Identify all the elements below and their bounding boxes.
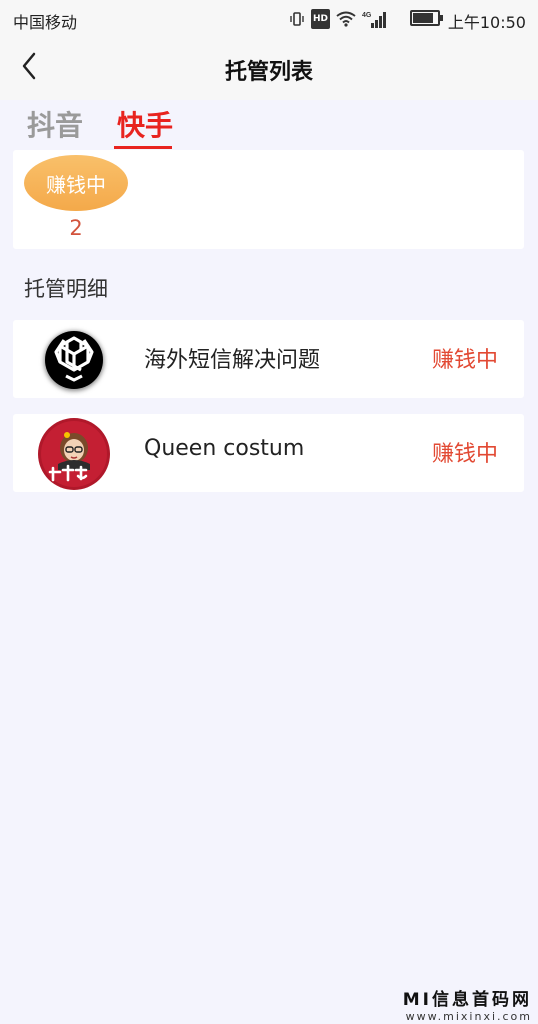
item-title: 海外短信解决问题 xyxy=(144,348,321,373)
watermark: MI信息首码网 www.mixinxi.com xyxy=(403,985,532,1023)
battery-icon xyxy=(410,10,443,26)
signal-icon: 4G xyxy=(362,10,388,28)
vibrate-icon xyxy=(289,10,305,28)
earning-status-pill[interactable]: 赚钱中 xyxy=(24,155,128,211)
item-title: Queen costum xyxy=(144,436,305,461)
list-item[interactable]: Queen costum 赚钱中 xyxy=(13,414,524,492)
clock: 上午10:50 xyxy=(447,13,526,32)
knot-logo-icon xyxy=(38,324,110,396)
status-bar: 中国移动 HD 4G 上午10:50 xyxy=(0,0,538,36)
network-type-label: 4G xyxy=(362,12,372,19)
status-icons: HD 4G xyxy=(289,9,388,29)
queen-avatar-logo xyxy=(38,418,110,490)
watermark-url: www.mixinxi.com xyxy=(405,1010,532,1023)
carrier-name: 中国移动 xyxy=(13,13,78,32)
tab-kuaishou[interactable]: 快手 xyxy=(117,104,173,144)
platform-tabs: 抖音 快手 xyxy=(0,100,538,152)
item-status: 赚钱中 xyxy=(431,442,498,467)
wifi-icon xyxy=(336,10,356,28)
nav-bar: 托管列表 xyxy=(0,36,538,100)
tab-douyin[interactable]: 抖音 xyxy=(27,104,83,144)
summary-card: 赚钱中 2 xyxy=(13,150,524,249)
active-tab-indicator xyxy=(114,146,172,149)
hd-badge: HD xyxy=(310,9,330,29)
section-title: 托管明细 xyxy=(24,277,108,301)
item-status: 赚钱中 xyxy=(431,348,498,373)
page-title: 托管列表 xyxy=(224,60,313,85)
earning-count: 2 xyxy=(69,216,83,240)
battery-fill xyxy=(413,13,433,23)
watermark-title: MI信息首码网 xyxy=(402,990,532,1010)
list-item[interactable]: 海外短信解决问题 赚钱中 xyxy=(13,320,524,398)
